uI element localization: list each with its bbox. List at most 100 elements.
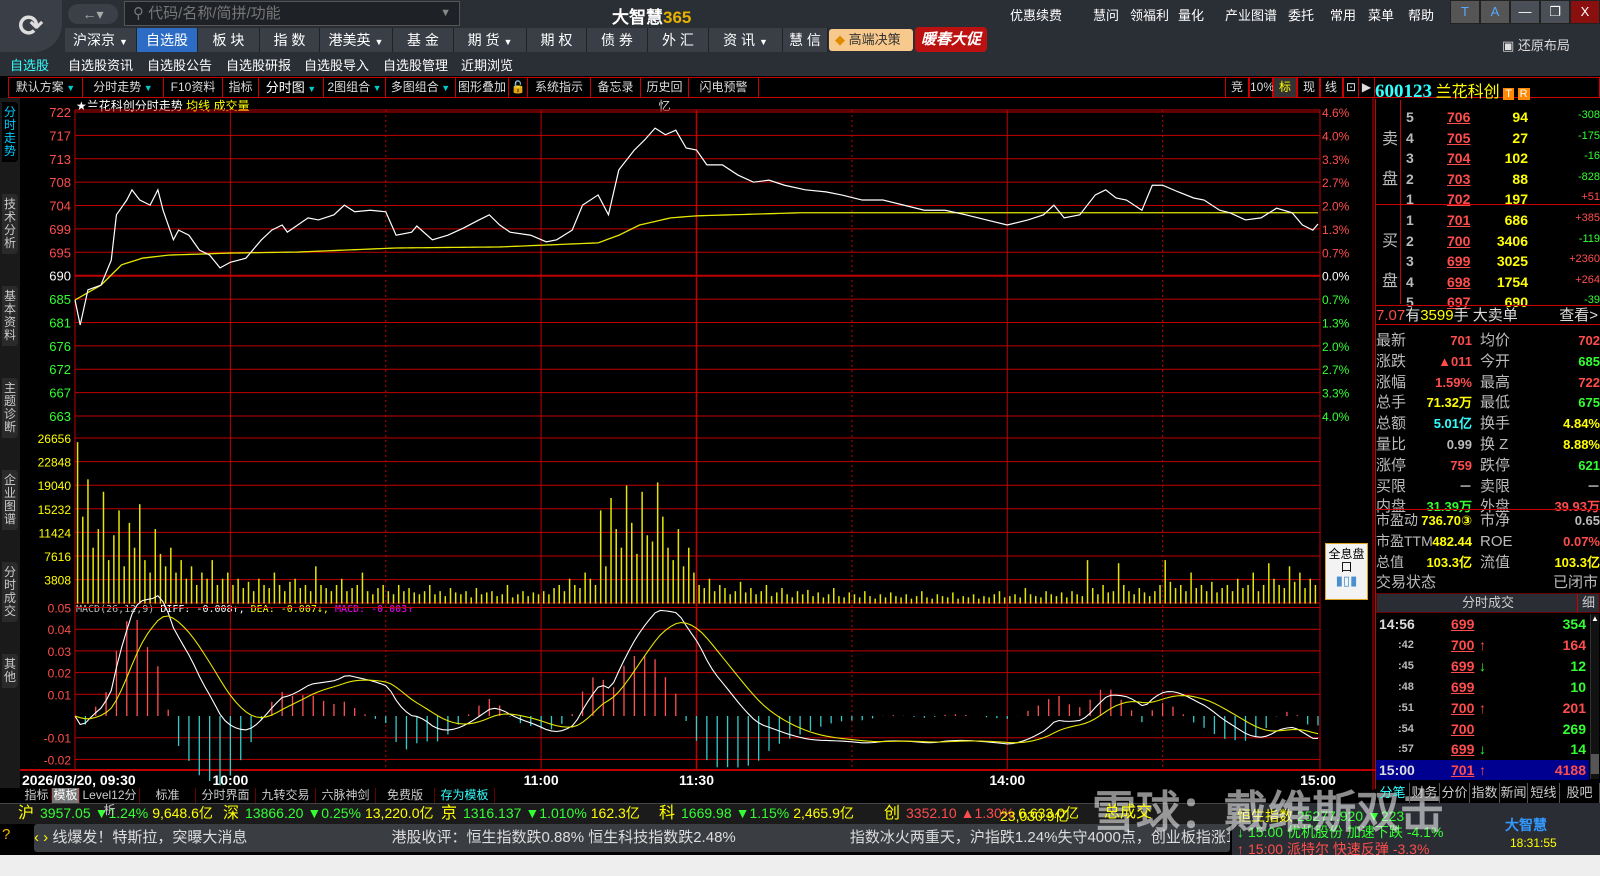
- template-tab-4[interactable]: 分时界面: [196, 788, 256, 803]
- menu-item[interactable]: 优惠续费: [1010, 5, 1062, 24]
- scroll-up-icon[interactable]: ▲: [1591, 614, 1599, 623]
- detail-button[interactable]: 细: [1577, 594, 1599, 612]
- tab-6[interactable]: 期 货 ▼: [454, 28, 527, 52]
- level-volume: 27: [1512, 129, 1528, 146]
- level-price[interactable]: 704: [1447, 150, 1470, 166]
- menu-item[interactable]: 常用: [1330, 5, 1356, 24]
- view-link[interactable]: 查看>: [1559, 306, 1598, 325]
- news-item[interactable]: 线爆发！特斯拉，突曝大消息: [52, 829, 247, 846]
- news-ticker[interactable]: ‹ › 线爆发！特斯拉，突曝大消息 港股收评：恒生指数跌0.88% 恒生科技指数…: [34, 824, 1230, 852]
- tab-7[interactable]: 期 权: [527, 28, 587, 52]
- level-price[interactable]: 699: [1447, 253, 1470, 269]
- template-tab-6[interactable]: 六脉神剑: [316, 788, 376, 803]
- tab-8[interactable]: 债 券: [587, 28, 648, 52]
- tick-row[interactable]: :42 700 ↑ 164: [1376, 635, 1589, 655]
- level-price[interactable]: 701: [1447, 212, 1470, 228]
- level-volume: 102: [1504, 150, 1528, 167]
- price-tick-label: 690: [49, 269, 71, 284]
- subnav-item[interactable]: 自选股资讯: [68, 55, 133, 74]
- menu-item[interactable]: 帮助: [1408, 5, 1434, 24]
- tab-3[interactable]: 指 数: [260, 28, 320, 52]
- tick-row[interactable]: :51 700 ↑ 201: [1376, 698, 1589, 718]
- badge-r: R: [1517, 88, 1530, 100]
- tab-1[interactable]: 自选股: [137, 28, 198, 52]
- template-tab-8[interactable]: 存为模板: [435, 788, 495, 803]
- tab-1[interactable]: 财务: [1410, 783, 1440, 803]
- stat-value: 701: [1450, 333, 1472, 348]
- full-depth-button[interactable]: 全息盘口 ▮▯▮: [1325, 543, 1368, 600]
- menu-item[interactable]: 慧问: [1093, 5, 1119, 24]
- subnav-item[interactable]: 近期浏览: [461, 55, 513, 74]
- chevron-down-icon[interactable]: ▼: [759, 37, 768, 47]
- tab-2[interactable]: 分价: [1440, 783, 1470, 803]
- tab-5[interactable]: 基 金: [393, 28, 454, 52]
- ticker-arrows-icon[interactable]: ‹ ›: [34, 829, 52, 846]
- big-order-row[interactable]: 7.07有3599手 大卖单 查看>: [1376, 305, 1600, 325]
- restore-button[interactable]: ❐: [1540, 0, 1570, 24]
- template-tab-3[interactable]: 标准: [140, 788, 196, 803]
- tick-row[interactable]: 14:56 699 354: [1376, 614, 1589, 634]
- tab-4[interactable]: 港美英 ▼: [320, 28, 393, 52]
- tab-4[interactable]: 新闻: [1500, 783, 1528, 803]
- tick-row[interactable]: :57 699 ↓ 14: [1376, 739, 1589, 759]
- subnav-item[interactable]: 自选股研报: [226, 55, 291, 74]
- tab-6[interactable]: 股吧: [1560, 783, 1600, 803]
- tick-row[interactable]: 15:00 701 ↑ 4188: [1376, 760, 1589, 781]
- pct-tick-label: 0.0%: [1322, 270, 1350, 284]
- chevron-down-icon[interactable]: ▼: [375, 37, 384, 47]
- tab-11[interactable]: 慧 信: [783, 28, 828, 52]
- level-price[interactable]: 705: [1447, 130, 1470, 146]
- template-tab-5[interactable]: 九转交易: [256, 788, 316, 803]
- menu-item[interactable]: 量化: [1178, 5, 1204, 24]
- level-price[interactable]: 698: [1447, 274, 1470, 290]
- stat-label: 市净: [1480, 512, 1511, 529]
- intraday-chart[interactable]: 722 4.6% 717 4.0% 713 3.3% 708 2.7% 704 2.0% 699 1.…: [0, 0, 1375, 790]
- subnav-item[interactable]: 自选股公告: [147, 55, 212, 74]
- pct-tick-label: 3.3%: [1322, 387, 1350, 401]
- template-tab-1[interactable]: 模板: [52, 788, 80, 803]
- tab-10[interactable]: 资 讯 ▼: [709, 28, 783, 52]
- subnav-item[interactable]: 自选股管理: [383, 55, 448, 74]
- tick-row[interactable]: :54 700 269: [1376, 719, 1589, 739]
- menu-item[interactable]: 菜单: [1368, 5, 1394, 24]
- level-price[interactable]: 703: [1447, 171, 1470, 187]
- close-button[interactable]: X: [1570, 0, 1600, 24]
- tick-time: 15:00: [1379, 762, 1415, 779]
- level-number: 1: [1406, 191, 1414, 208]
- level-price[interactable]: 700: [1447, 233, 1470, 249]
- tick-row[interactable]: :45 699 ↓ 12: [1376, 656, 1589, 676]
- tab-5[interactable]: 短线: [1528, 783, 1560, 803]
- toolbar-t-icon[interactable]: T: [1450, 0, 1480, 24]
- index-item[interactable]: 京 1316.137 ▼1.010% 162.3亿: [441, 803, 640, 823]
- template-tab-0[interactable]: 指标: [22, 788, 52, 803]
- subnav-item[interactable]: 自选股导入: [304, 55, 369, 74]
- index-item[interactable]: 深 13866.20 ▼0.25% 13,220.0亿: [223, 803, 433, 823]
- news-item[interactable]: 港股收评：恒生指数跌0.88% 恒生科技指数跌2.48%: [392, 829, 736, 846]
- level-price[interactable]: 706: [1447, 109, 1470, 125]
- tab-0[interactable]: 沪深京 ▼: [65, 28, 137, 52]
- ticks-header: 分时成交细: [1376, 593, 1600, 613]
- menu-item[interactable]: 领福利: [1130, 5, 1169, 24]
- tab-0[interactable]: 分笔: [1376, 783, 1410, 803]
- tab-3[interactable]: 指数: [1470, 783, 1500, 803]
- tick-row[interactable]: :48 699 10: [1376, 677, 1589, 697]
- stat-label: 买限: [1376, 477, 1407, 495]
- restore-layout-button[interactable]: ▣ 还原布局: [1502, 35, 1570, 54]
- price-tick-label: 713: [49, 152, 71, 167]
- tick-scrollbar[interactable]: ▲: [1590, 614, 1599, 779]
- news-item[interactable]: 指数冰火两重天，沪指跌1.24%失守4000点，创业板指涨1.3%；CPO 、储…: [850, 829, 1230, 846]
- subnav-item[interactable]: 自选股: [10, 55, 49, 74]
- tab-2[interactable]: 板 块: [198, 28, 260, 52]
- chevron-down-icon[interactable]: ▼: [503, 37, 512, 47]
- help-icon[interactable]: ?: [2, 826, 10, 843]
- index-item[interactable]: 科 1669.98 ▼1.15% 2,465.9亿: [659, 803, 854, 823]
- tab-9[interactable]: 外 汇: [648, 28, 709, 52]
- level-price[interactable]: 702: [1447, 191, 1470, 207]
- minimize-button[interactable]: —: [1510, 0, 1540, 24]
- chevron-down-icon[interactable]: ▼: [119, 37, 128, 47]
- menu-item[interactable]: 产业图谱: [1225, 5, 1277, 24]
- template-tab-2[interactable]: Level12分析: [80, 788, 140, 817]
- menu-item[interactable]: 委托: [1288, 5, 1314, 24]
- template-tab-7[interactable]: 免费版: [376, 788, 435, 803]
- toolbar-a-icon[interactable]: A: [1480, 0, 1510, 24]
